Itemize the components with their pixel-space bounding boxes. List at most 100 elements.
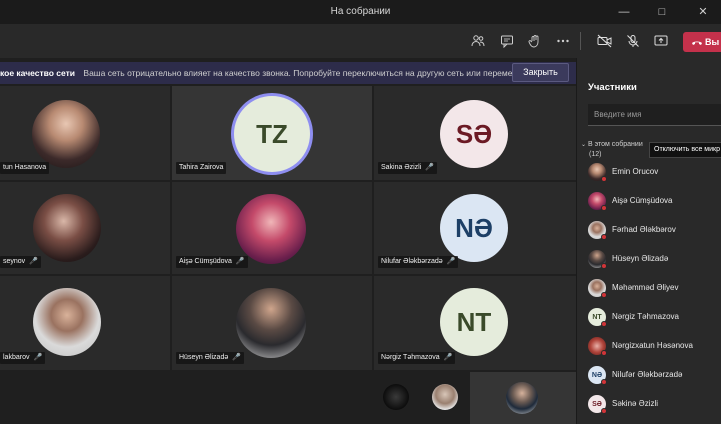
participant-name-tag: Hüseyn Əlizadə 🎤	[176, 352, 244, 364]
participant-photo	[33, 194, 101, 262]
overflow-avatar[interactable]	[432, 384, 458, 410]
participant-name: Fərhad Ələkbərov	[612, 225, 676, 234]
mic-muted-icon: 🎤	[235, 258, 245, 265]
meeting-toolbar: Вы	[0, 24, 721, 58]
more-icon[interactable]	[555, 33, 571, 49]
participant-tile[interactable]: NƏ Nilufar Ələkbərzadə 🎤	[374, 182, 576, 274]
mic-muted-icon: 🎤	[446, 258, 456, 265]
participant-tile[interactable]: SƏ Sakina Əzizli 🎤	[374, 86, 576, 180]
participant-name: lakbarov	[3, 354, 30, 361]
participant-name: Məhəmməd Əliyev	[612, 283, 679, 292]
participant-name: seynov	[3, 258, 26, 265]
avatar-initials: SƏ	[592, 400, 602, 408]
participant-name-tag: Sakina Əzizli 🎤	[378, 162, 437, 174]
participant-tile[interactable]: seynov 🎤	[0, 182, 170, 274]
participant-tile[interactable]: Hüseyn Əlizadə 🎤	[172, 276, 372, 370]
participant-row[interactable]: Məhəmməd Əliyev	[588, 279, 721, 299]
participant-search-input[interactable]: Введите имя	[588, 104, 721, 126]
participant-name-tag: Aişə Cümşüdova 🎤	[176, 256, 248, 268]
chat-icon[interactable]	[499, 33, 515, 49]
participant-name: Hüseyn Əlizadə	[612, 254, 669, 263]
phone-hangup-icon	[691, 32, 703, 59]
participant-name: Tahira Zairova	[179, 164, 224, 171]
leave-button[interactable]: Вы	[683, 32, 721, 52]
overflow-avatar[interactable]	[383, 384, 409, 410]
toolbar-divider	[580, 32, 581, 50]
section-count: (12)	[589, 151, 602, 158]
banner-title: кое качество сети	[0, 68, 76, 78]
participant-name: Aişə Cümşüdova	[179, 258, 232, 265]
self-view-avatar	[506, 382, 538, 414]
mic-off-icon[interactable]	[625, 33, 641, 49]
participant-row[interactable]: Nərgizxatun Həsənova	[588, 337, 721, 357]
mic-muted-icon: 🎤	[29, 258, 38, 265]
participant-name: Aişə Cümşüdova	[612, 196, 673, 205]
participant-row[interactable]: NƏ Nilufər Ələkbərzadə	[588, 366, 721, 386]
participant-row[interactable]: NT Nərgiz Təhmazova	[588, 308, 721, 328]
participant-row[interactable]: SƏ Səkinə Əzizli	[588, 395, 721, 415]
participant-name: tun Hasanova	[3, 164, 47, 171]
share-screen-icon[interactable]	[653, 33, 669, 49]
participant-name: Nərgiz Təhmazova	[381, 354, 440, 361]
participant-row[interactable]: Emin Orucov	[588, 163, 721, 183]
avatar-initials: NT	[592, 313, 602, 321]
participant-tile-speaking[interactable]: TZ Tahira Zairova	[172, 86, 372, 180]
participant-tile[interactable]: Aişə Cümşüdova 🎤	[172, 182, 372, 274]
avatar-initials: SƏ	[455, 118, 493, 149]
participant-name: Nilufar Ələkbərzadə	[381, 258, 443, 265]
section-label: В этом собрании	[587, 141, 643, 148]
participant-photo	[236, 288, 306, 358]
banner-close-button[interactable]: Закрыть	[512, 63, 569, 82]
self-view-tile[interactable]	[470, 372, 576, 424]
participant-name: Hüseyn Əlizadə	[179, 354, 229, 361]
in-meeting-section[interactable]: ⌄ В этом собрании (12)	[581, 140, 643, 159]
participant-photo	[32, 100, 100, 168]
camera-off-icon[interactable]	[597, 33, 613, 49]
participant-row[interactable]: Fərhad Ələkbərov	[588, 221, 721, 241]
participant-name: Nilufər Ələkbərzadə	[612, 370, 683, 379]
busy-status-dot	[601, 234, 607, 240]
participant-name-tag: Nilufar Ələkbərzadə 🎤	[378, 256, 459, 268]
minimize-icon[interactable]: —	[617, 5, 631, 19]
participant-name: Emin Orucov	[612, 167, 659, 176]
participant-avatar: TZ	[234, 96, 310, 172]
chevron-down-icon: ⌄	[581, 142, 587, 148]
mic-muted-icon: 🎤	[33, 354, 43, 361]
participant-name-tag: lakbarov 🎤	[0, 352, 46, 364]
busy-status-dot	[601, 408, 607, 414]
participant-photo	[33, 288, 101, 356]
avatar-initials: TZ	[256, 118, 288, 149]
participant-avatar: NƏ	[440, 194, 508, 262]
participant-name: Sakina Əzizli	[381, 164, 422, 171]
busy-status-dot	[601, 292, 607, 298]
participant-tile[interactable]: NT Nərgiz Təhmazova 🎤	[374, 276, 576, 370]
busy-status-dot	[601, 176, 607, 182]
busy-status-dot	[601, 350, 607, 356]
participant-name-tag: Tahira Zairova	[176, 162, 227, 174]
participant-name-tag: seynov 🎤	[0, 256, 41, 268]
busy-status-dot	[601, 263, 607, 269]
panel-title: Участники	[588, 82, 637, 93]
participant-photo	[236, 194, 306, 264]
participant-name: Nərgizxatun Həsənova	[612, 341, 693, 350]
participant-tile[interactable]: lakbarov 🎤	[0, 276, 170, 370]
participant-name: Nərgiz Təhmazova	[612, 312, 679, 321]
avatar-initials: NT	[456, 306, 492, 337]
banner-message: Ваша сеть отрицательно влияет на качеств…	[83, 68, 527, 78]
raise-hand-icon[interactable]	[527, 33, 543, 49]
leave-label: Вы	[705, 37, 720, 47]
mute-all-button[interactable]: Отключить все микр	[649, 142, 721, 158]
network-quality-banner: кое качество сети Ваша сеть отрицательно…	[0, 62, 576, 84]
window-title-bar: На собрании — □ ✕	[0, 0, 721, 24]
avatar-initials: NƏ	[591, 371, 603, 379]
participant-tile[interactable]: tun Hasanova	[0, 86, 170, 180]
participant-row[interactable]: Hüseyn Əlizadə	[588, 250, 721, 270]
window-title: На собрании	[330, 6, 391, 17]
maximize-icon[interactable]: □	[655, 5, 669, 19]
participant-avatar: NT	[440, 288, 508, 356]
participant-row[interactable]: Aişə Cümşüdova	[588, 192, 721, 212]
close-window-icon[interactable]: ✕	[696, 5, 710, 19]
participant-name-tag: tun Hasanova	[0, 162, 50, 174]
people-icon[interactable]	[470, 33, 486, 49]
mic-muted-icon: 🎤	[232, 354, 241, 361]
